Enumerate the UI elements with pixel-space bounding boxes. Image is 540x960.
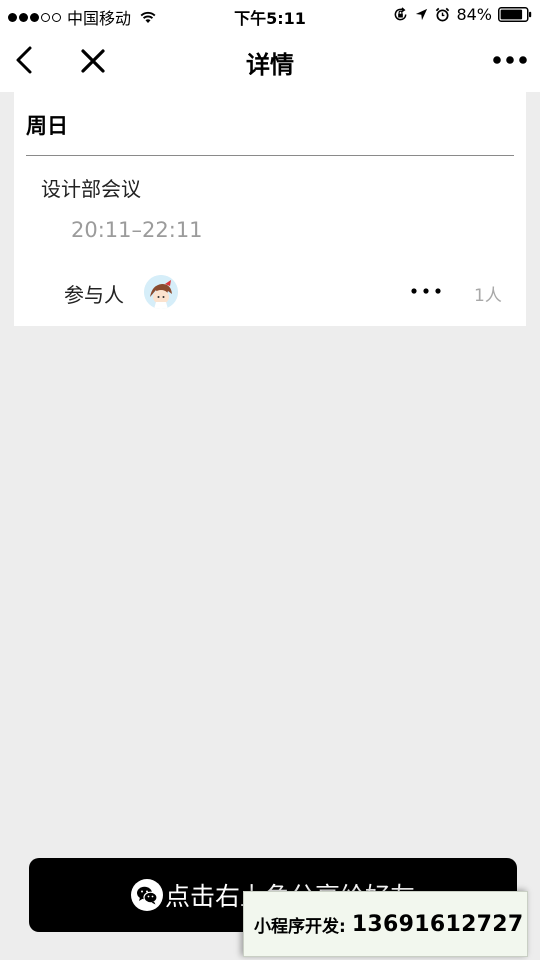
wechat-icon [130,879,163,911]
status-bar: 中国移动 下午5:11 84% [0,0,540,30]
participant-label: 参与人 [64,283,124,307]
divider [26,155,514,156]
event-time: 20:11–22:11 [71,218,203,242]
avatar[interactable] [144,275,178,309]
battery-percent: 84% [456,5,492,24]
participant-count: 1人 [474,286,502,306]
nav-bar: 详情 [0,30,540,92]
promo-label: 小程序开发: [254,916,346,937]
alarm-icon [436,7,450,22]
day-header: 周日 [26,114,68,138]
avatar-illustration [144,275,178,309]
location-arrow-icon [416,8,428,21]
promo-phone: 13691612727 [351,911,524,937]
page-title: 详情 [246,51,294,79]
event-title: 设计部会议 [41,177,141,201]
promo-badge: 小程序开发: 13691612727 [243,891,528,957]
battery-icon [498,7,532,22]
participant-row[interactable]: 参与人 1人 [14,272,526,312]
event-detail-card: 周日 设计部会议 20:11–22:11 参与人 1人 [14,92,526,326]
lock-rotation-icon [395,7,407,21]
status-right: 84% [393,5,532,24]
more-icon[interactable] [492,54,528,66]
more-icon[interactable] [410,286,442,296]
